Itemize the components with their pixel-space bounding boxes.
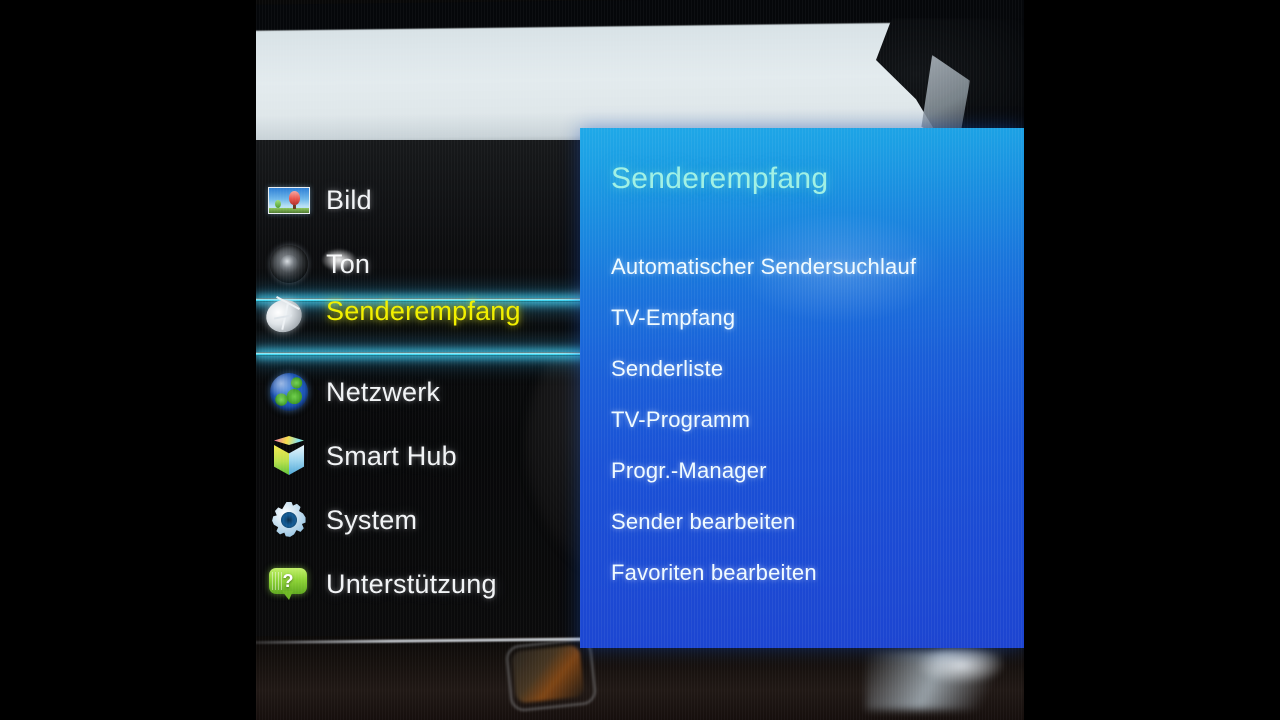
background-badge-ring	[504, 637, 598, 713]
background-glare-spot	[916, 645, 1006, 685]
menu-item-unterstuetzung[interactable]: ? Unterstützung	[256, 552, 586, 616]
menu-item-label: Unterstützung	[326, 568, 497, 599]
speaker-icon	[266, 243, 312, 285]
help-bubble-icon: ?	[266, 563, 312, 605]
submenu-item-tv-programm[interactable]: TV-Programm	[611, 394, 1011, 445]
menu-item-label: Ton	[326, 248, 371, 279]
picture-icon	[266, 179, 312, 221]
menu-item-netzwerk[interactable]: Netzwerk	[256, 360, 586, 424]
submenu-item-automatischer-sendersuchlauf[interactable]: Automatischer Sendersuchlauf	[611, 241, 1011, 292]
letterbox-bar-right	[1024, 0, 1280, 720]
main-menu: Bild Ton Senderempfang Netzwerk Smart Hu…	[256, 168, 586, 616]
menu-item-senderempfang[interactable]: Senderempfang	[256, 295, 586, 360]
gear-icon	[266, 499, 312, 541]
menu-item-label: Netzwerk	[326, 376, 441, 407]
menu-item-label: Bild	[326, 184, 372, 215]
menu-item-system[interactable]: System	[256, 488, 586, 552]
menu-item-label: System	[326, 504, 418, 535]
menu-item-label: Smart Hub	[326, 440, 457, 471]
globe-icon	[266, 371, 312, 413]
submenu-list: Automatischer Sendersuchlauf TV-Empfang …	[611, 241, 1011, 598]
menu-item-label: Senderempfang	[326, 296, 521, 326]
submenu-title: Senderempfang	[611, 162, 829, 195]
satellite-dish-icon	[261, 295, 312, 338]
submenu-item-favoriten-bearbeiten[interactable]: Favoriten bearbeiten	[611, 547, 1011, 598]
submenu-item-senderliste[interactable]: Senderliste	[611, 343, 1011, 394]
submenu-item-sender-bearbeiten[interactable]: Sender bearbeiten	[611, 496, 1011, 547]
cube-icon	[266, 435, 312, 477]
submenu-item-progr-manager[interactable]: Progr.-Manager	[611, 445, 1011, 496]
letterbox-bar-left	[0, 0, 256, 720]
menu-item-smart-hub[interactable]: Smart Hub	[256, 424, 586, 488]
senderempfang-submenu-panel: Senderempfang Automatischer Sendersuchla…	[580, 128, 1024, 648]
submenu-item-tv-empfang[interactable]: TV-Empfang	[611, 292, 1011, 343]
menu-item-ton[interactable]: Ton	[256, 232, 586, 296]
menu-item-bild[interactable]: Bild	[256, 168, 586, 232]
tv-screen-photo: Bild Ton Senderempfang Netzwerk Smart Hu…	[0, 0, 1280, 720]
